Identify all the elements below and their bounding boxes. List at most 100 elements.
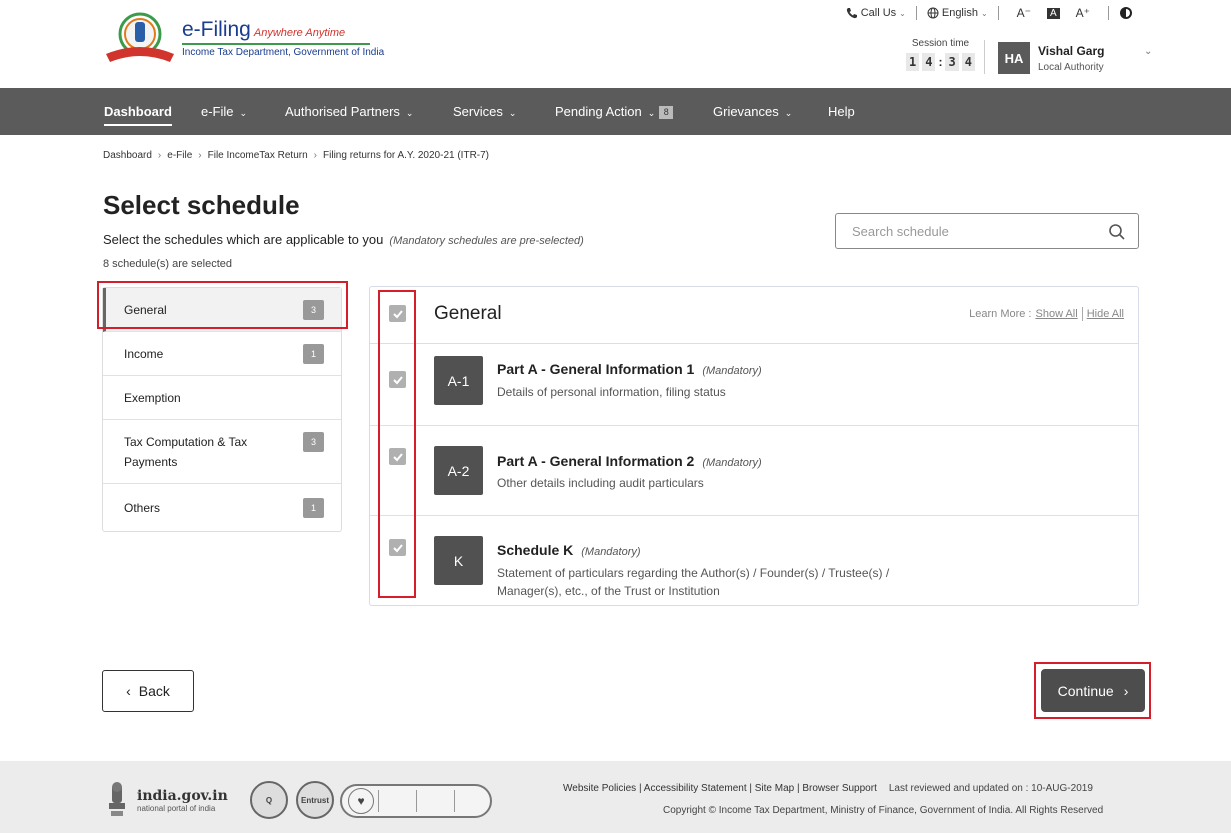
- page-title: Select schedule: [103, 190, 300, 220]
- india-gov-label: india.gov.in: [137, 787, 228, 804]
- nav-pending-action[interactable]: Pending Action ⌄ 8: [555, 88, 674, 135]
- check-icon: [392, 375, 403, 384]
- user-role: Local Authority: [1038, 62, 1104, 73]
- schedule-code: A-1: [434, 356, 483, 405]
- nav-label: Help: [828, 104, 855, 119]
- globe-icon: [927, 7, 939, 19]
- efiling-logo[interactable]: e-Filing Anywhere Anytime Income Tax Depa…: [102, 10, 384, 68]
- chevron-right-icon: ›: [157, 150, 162, 161]
- mandatory-label: (Mandatory): [702, 365, 762, 377]
- call-us-label: Call Us: [860, 7, 897, 19]
- main-nav: Dashboard e-File ⌄ Authorised Partners ⌄ S…: [0, 88, 1231, 135]
- font-normal-button[interactable]: A: [1046, 7, 1060, 19]
- category-count-badge: 3: [303, 432, 324, 452]
- contrast-icon[interactable]: [1119, 6, 1133, 20]
- language-menu[interactable]: English ⌄: [927, 7, 988, 19]
- check-icon: [392, 452, 403, 461]
- breadcrumb-item[interactable]: e-File: [167, 150, 192, 161]
- brand-name: e-Filing: [182, 18, 251, 41]
- search-icon[interactable]: [1108, 223, 1126, 241]
- breadcrumb-current: Filing returns for A.Y. 2020-21 (ITR-7): [323, 150, 490, 161]
- category-income[interactable]: Income 1: [103, 332, 341, 376]
- call-us-menu[interactable]: Call Us ⌄: [846, 7, 906, 19]
- breadcrumb: Dashboard › e-File › File IncomeTax Return…: [103, 150, 489, 161]
- chevron-down-icon: ⌄: [239, 108, 248, 118]
- schedule-title: Part A - General Information 1 (Mandatory…: [497, 361, 762, 377]
- session-timer: Session time 1 4 : 3 4: [906, 38, 975, 71]
- category-label: Tax Computation & Tax Payments: [124, 434, 248, 469]
- quality-cert-icon: Q: [250, 781, 288, 819]
- search-input[interactable]: [852, 223, 1092, 239]
- heart-icon: ♥: [348, 788, 374, 814]
- category-label: General: [124, 302, 167, 317]
- session-digit: 4: [922, 53, 936, 71]
- schedule-description: Statement of particulars regarding the A…: [497, 566, 890, 598]
- schedule-title-text: Part A - General Information 2: [497, 453, 695, 469]
- select-all-checkbox[interactable]: [389, 305, 406, 322]
- hide-all-link[interactable]: Hide All: [1087, 308, 1124, 320]
- schedule-row[interactable]: K Schedule K (Mandatory) Statement of par…: [370, 516, 1138, 605]
- india-gov-sub: national portal of india: [137, 803, 216, 813]
- chevron-down-icon[interactable]: ⌄: [1144, 46, 1152, 57]
- language-label: English: [941, 7, 978, 19]
- nav-label: e-File: [201, 104, 234, 119]
- back-button[interactable]: ‹ Back: [102, 670, 194, 712]
- india-gov-logo[interactable]: india.gov.in national portal of india: [105, 781, 228, 819]
- cert-entrust-text: Entrust: [301, 795, 329, 805]
- schedule-row[interactable]: A-1 Part A - General Information 1 (Manda…: [370, 344, 1138, 426]
- schedule-checkbox[interactable]: [389, 539, 406, 556]
- nav-help[interactable]: Help: [828, 88, 855, 135]
- user-name[interactable]: Vishal Garg: [1038, 44, 1104, 58]
- schedule-row[interactable]: A-2 Part A - General Information 2 (Manda…: [370, 426, 1138, 516]
- schedule-panel: General Learn More : Show All Hide All A…: [369, 286, 1139, 606]
- site-footer: india.gov.in national portal of india Q …: [0, 761, 1231, 833]
- footer-policy-links[interactable]: Website Policies | Accessibility Stateme…: [563, 783, 877, 794]
- chevron-right-icon: ›: [198, 150, 202, 161]
- nav-grievances[interactable]: Grievances ⌄: [713, 88, 792, 135]
- category-others[interactable]: Others 1: [103, 484, 341, 531]
- category-label: Exemption: [124, 390, 181, 405]
- category-exemption[interactable]: Exemption: [103, 376, 341, 420]
- font-decrease-button[interactable]: A⁻: [1017, 6, 1031, 20]
- show-all-link[interactable]: Show All: [1036, 308, 1078, 320]
- nav-authorised-partners[interactable]: Authorised Partners ⌄: [285, 88, 413, 135]
- chevron-down-icon: ⌄: [899, 8, 906, 18]
- chevron-down-icon: ⌄: [405, 108, 414, 118]
- last-reviewed: Last reviewed and updated on : 10-AUG-20…: [888, 783, 1093, 794]
- chevron-down-icon: ⌄: [647, 108, 656, 118]
- nav-dashboard[interactable]: Dashboard: [104, 88, 172, 135]
- avatar[interactable]: HA: [998, 42, 1030, 74]
- category-count-badge: 1: [303, 497, 324, 518]
- copyright: Copyright © Income Tax Department, Minis…: [663, 805, 1104, 816]
- cert-segment: [378, 790, 412, 812]
- category-label: Income: [124, 346, 164, 361]
- font-increase-button[interactable]: A⁺: [1076, 6, 1090, 20]
- schedule-title: Schedule K (Mandatory): [497, 542, 641, 558]
- mandatory-label: (Mandatory): [581, 546, 641, 558]
- mandatory-label: (Mandatory): [702, 457, 762, 469]
- breadcrumb-item[interactable]: Dashboard: [103, 150, 152, 161]
- schedule-title-text: Part A - General Information 1: [497, 361, 695, 377]
- category-tax-computation[interactable]: Tax Computation & Tax Payments 3: [103, 420, 341, 484]
- learn-more-label: Learn More :: [969, 308, 1032, 320]
- check-icon: [392, 309, 403, 318]
- schedule-code: A-2: [434, 446, 483, 495]
- continue-button[interactable]: Continue ›: [1041, 669, 1145, 712]
- chevron-down-icon: ⌄: [508, 108, 517, 118]
- nav-efile[interactable]: e-File ⌄: [201, 88, 247, 135]
- schedule-checkbox[interactable]: [389, 448, 406, 465]
- nav-label: Pending Action: [555, 104, 642, 119]
- nav-services[interactable]: Services ⌄: [453, 88, 516, 135]
- category-label: Others: [124, 500, 161, 515]
- breadcrumb-item[interactable]: File IncomeTax Return: [208, 150, 308, 161]
- panel-title: General: [434, 303, 502, 324]
- panel-header: General Learn More : Show All Hide All: [370, 287, 1138, 344]
- selected-count: 8 schedule(s) are selected: [103, 258, 233, 270]
- category-general[interactable]: General 3: [103, 288, 341, 332]
- divider: [1081, 307, 1083, 321]
- check-icon: [392, 543, 403, 552]
- footer-links: Website Policies | Accessibility Stateme…: [563, 783, 1093, 794]
- schedule-checkbox[interactable]: [389, 371, 406, 388]
- brand-tagline: Anywhere Anytime: [253, 27, 346, 39]
- site-header: e-Filing Anywhere Anytime Income Tax Depa…: [0, 0, 1231, 88]
